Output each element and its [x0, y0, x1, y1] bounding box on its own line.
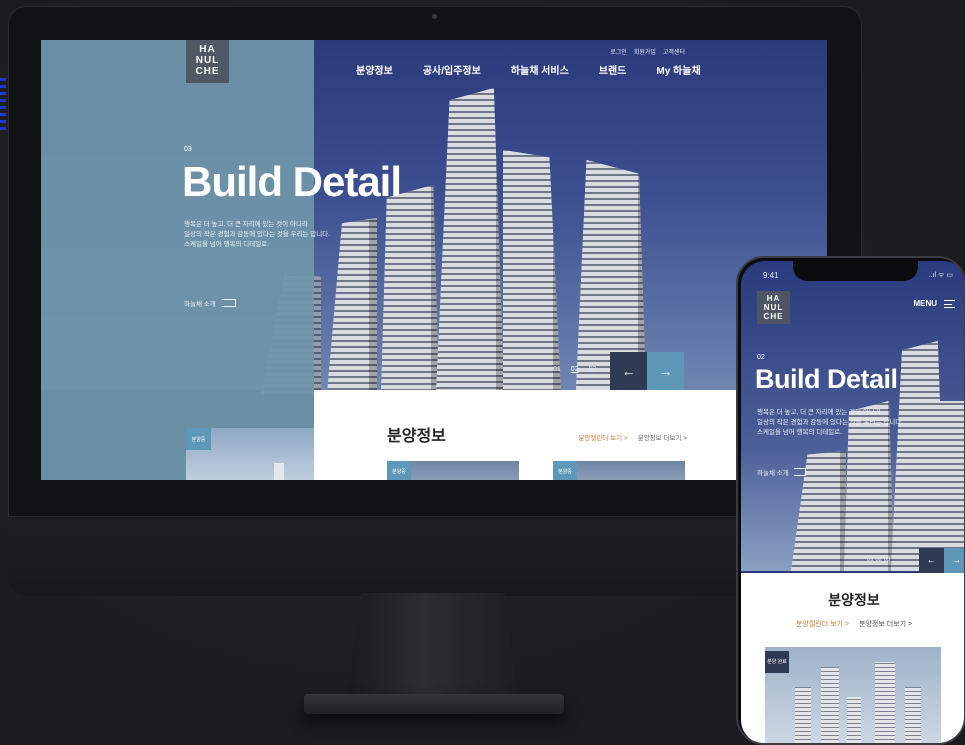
building-image: [436, 88, 504, 393]
calendar-link[interactable]: 분양캘린더 보기 >: [796, 619, 849, 629]
imac-stand: [348, 593, 518, 698]
arrow-left-icon: ←: [926, 555, 937, 566]
nav-item-service[interactable]: 하늘채 서비스: [511, 62, 569, 77]
sales-section: 분양정보 분양캘린더 보기 > 분양정보 더보기 > 분양 완료: [741, 573, 964, 743]
hero-description: 행복은 더 높고, 더 큰 자리에 있는 것이 아니라 일상의 작은 경험과 감…: [757, 408, 927, 438]
link-arrow-icon: [221, 299, 236, 307]
arrow-right-icon: →: [658, 363, 673, 379]
imac-stand-base: [304, 694, 564, 714]
pager-item-active[interactable]: 02: [571, 366, 579, 373]
nav-item-sales[interactable]: 분양정보: [356, 62, 393, 77]
nav-item-construction[interactable]: 공사/입주정보: [423, 62, 481, 77]
imac-chin: [8, 516, 862, 596]
menu-label: MENU: [913, 299, 937, 308]
building-image: [936, 401, 964, 571]
section-more-links: 분양캘린더 보기 > 분양정보 더보기 >: [741, 619, 964, 629]
logo-line: CHE: [763, 312, 784, 321]
arrow-left-icon: ←: [621, 363, 636, 379]
more-info-link[interactable]: 분양정보 더보기 >: [859, 619, 912, 629]
about-link-label: 하늘채 소개: [184, 301, 216, 308]
phone-notch: [793, 261, 918, 281]
about-link[interactable]: 하늘채 소개: [757, 467, 806, 477]
prev-slide-button[interactable]: ←: [610, 352, 647, 390]
hero-description: 행복은 더 높고, 더 큰 자리에 있는 것이 아니라 일상의 작은 경험과 감…: [184, 220, 344, 250]
logo-line: HA: [199, 44, 216, 55]
phone-frame: 9:41 ..ıl ᯤ ▭ HA NUL CHE MENU 02 Build D…: [736, 256, 965, 745]
sales-card[interactable]: 분양중: [387, 461, 519, 480]
support-link[interactable]: 고객센터: [663, 47, 685, 56]
mockup-stage: HA NUL CHE 로그인 회원가입 고객센터 분양정보 공사/입주정보 하늘…: [0, 0, 965, 745]
desktop-screen: HA NUL CHE 로그인 회원가입 고객센터 분양정보 공사/입주정보 하늘…: [41, 40, 827, 480]
sales-card[interactable]: 분양 완료: [765, 647, 941, 743]
logo-line: CHE: [195, 66, 220, 77]
status-badge: 분양 완료: [765, 651, 789, 673]
building-image: [503, 150, 561, 395]
section-title: 분양정보: [828, 592, 880, 608]
hero-title: Build Detail: [755, 364, 898, 394]
utility-links: 로그인 회원가입 고객센터: [610, 47, 685, 56]
nav-item-brand[interactable]: 브랜드: [599, 62, 627, 77]
slide-pager[interactable]: 01 02 03: [867, 557, 890, 563]
arrow-right-icon: →: [951, 555, 962, 566]
building-image: [274, 463, 284, 480]
hero-left-panel: [41, 40, 314, 480]
calendar-link[interactable]: 분양캘린더 보기 >: [578, 432, 627, 442]
hero-desc-line: 스케일을 넘어 행복의 디테일로.: [757, 429, 842, 436]
signup-link[interactable]: 회원가입: [634, 47, 656, 56]
hamburger-icon: [944, 299, 955, 308]
building-image: [847, 697, 861, 743]
hero-desc-line: 일상의 작은 경험과 감동에 있다는 것을 우리는 압니다.: [757, 419, 904, 426]
section-more-links: 분양캘린더 보기 > 분양정보 더보기 >: [578, 432, 687, 442]
main-nav: 분양정보 공사/입주정보 하늘채 서비스 브랜드 My 하늘채: [356, 62, 701, 77]
phone-screen: 9:41 ..ıl ᯤ ▭ HA NUL CHE MENU 02 Build D…: [741, 261, 964, 743]
login-link[interactable]: 로그인: [610, 47, 627, 56]
hero-desc-line: 행복은 더 높고, 더 큰 자리에 있는 것이 아니라: [184, 221, 308, 228]
status-time: 9:41: [763, 271, 779, 280]
nav-item-my[interactable]: My 하늘채: [656, 62, 700, 77]
building-image: [795, 687, 811, 743]
status-icons: ..ıl ᯤ ▭: [928, 272, 953, 279]
building-image: [821, 667, 839, 743]
menu-button[interactable]: MENU: [913, 299, 955, 308]
logo-line: HA: [766, 294, 781, 303]
building-image: [875, 662, 895, 743]
pager-item[interactable]: 03: [589, 366, 597, 373]
hero-desc-line: 일상의 작은 경험과 감동에 있다는 것을 우리는 압니다.: [184, 231, 331, 238]
prev-slide-button[interactable]: ←: [919, 548, 944, 573]
slide-number: 03: [184, 146, 192, 153]
slide-number: 02: [757, 354, 765, 361]
pager-item[interactable]: 01: [553, 366, 561, 373]
hero-desc-line: 행복은 더 높고, 더 큰 자리에 있는 것이 아니라: [757, 409, 881, 416]
building-image: [381, 185, 439, 395]
status-badge: 분양중: [186, 428, 211, 450]
hero-desc-line: 스케일을 넘어 행복의 디테일로.: [184, 241, 269, 248]
brand-logo[interactable]: HA NUL CHE: [186, 40, 229, 83]
section-title: 분양정보: [387, 428, 446, 445]
slide-pager: 01 02 03: [553, 366, 596, 373]
edge-artifact: [0, 78, 6, 130]
next-slide-button[interactable]: →: [647, 352, 684, 390]
brand-logo[interactable]: HA NUL CHE: [757, 291, 790, 324]
more-info-link[interactable]: 분양정보 더보기 >: [638, 432, 687, 442]
camera-dot: [432, 14, 437, 19]
logo-line: NUL: [195, 55, 220, 66]
building-image: [905, 687, 921, 743]
status-badge: 분양중: [553, 461, 577, 480]
sales-card[interactable]: 분양중: [553, 461, 685, 480]
logo-line: NUL: [763, 303, 784, 312]
link-arrow-icon: [793, 468, 806, 476]
about-link[interactable]: 하늘채 소개: [184, 298, 236, 308]
about-link-label: 하늘채 소개: [757, 470, 789, 477]
hero-title: Build Detail: [182, 158, 402, 205]
next-slide-button[interactable]: →: [944, 548, 964, 573]
status-badge: 분양중: [387, 461, 411, 480]
